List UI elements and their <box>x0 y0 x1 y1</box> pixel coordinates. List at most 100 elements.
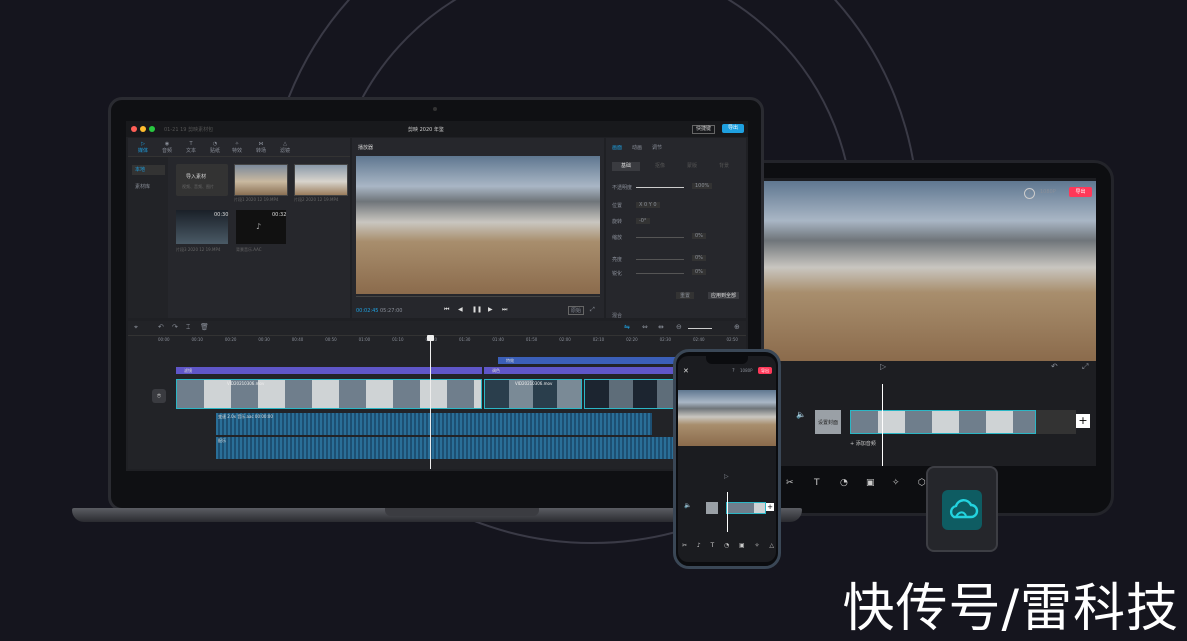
tablet-tool-effect-icon[interactable]: ✧ <box>892 478 900 488</box>
prop-opacity-value[interactable]: 100% <box>692 183 713 189</box>
scale-slider[interactable] <box>636 237 684 238</box>
tablet-tool-sticker-icon[interactable]: ◔ <box>840 478 848 488</box>
maximize-window-icon[interactable] <box>149 126 155 132</box>
step-back-icon[interactable]: ◀ <box>458 306 463 313</box>
opacity-slider[interactable] <box>636 187 684 188</box>
fullscreen-icon[interactable]: ⤢ <box>590 306 595 314</box>
tablet-tool-ratio-icon[interactable]: ⬡ <box>918 478 926 488</box>
tablet-resolution[interactable]: 1080P <box>1040 189 1056 195</box>
tablet-undo-icon[interactable]: ↶ <box>1051 362 1058 371</box>
phone-tool-effect-icon[interactable]: ✧ <box>755 542 760 552</box>
main-video-clip-1[interactable]: VID20210306.mov <box>176 379 482 409</box>
pause-icon[interactable]: ❚❚ <box>472 306 482 313</box>
effect-track[interactable]: 特效 <box>498 357 678 364</box>
tablet-video-track[interactable] <box>850 410 1036 434</box>
tablet-tool-edit-icon[interactable]: ✂ <box>786 478 794 488</box>
brightness-slider[interactable] <box>636 259 684 260</box>
cover-button[interactable]: ⌾ <box>152 389 166 403</box>
inspector-tab-animation[interactable]: 动画 <box>632 144 642 151</box>
phone-tool-edit-icon[interactable]: ✂ <box>682 542 687 552</box>
zoom-slider[interactable] <box>688 328 712 329</box>
tab-transition[interactable]: ⋈ 转场 <box>256 141 266 154</box>
tab-sticker[interactable]: ◔ 贴纸 <box>210 141 220 154</box>
skip-forward-icon[interactable]: ⏭ <box>502 306 507 314</box>
prop-rotation-value[interactable]: -0° <box>636 218 650 224</box>
media-thumb-2[interactable] <box>294 164 348 196</box>
tablet-fullscreen-icon[interactable]: ⤢ <box>1082 362 1088 372</box>
prop-sharpen-value[interactable]: 0% <box>692 269 706 275</box>
zoom-in-icon[interactable]: ⊕ <box>734 323 740 331</box>
inspector-tab-adjust[interactable]: 调节 <box>652 144 662 151</box>
sidebar-item-library[interactable]: 素材库 <box>135 183 150 190</box>
tablet-export-button[interactable]: 导出 <box>1069 187 1092 197</box>
tablet-play-icon[interactable]: ▷ <box>880 362 886 371</box>
phone-tool-text-icon[interactable]: T <box>711 542 715 552</box>
tab-media[interactable]: ▷ 媒体 <box>138 141 148 154</box>
close-window-icon[interactable] <box>131 126 137 132</box>
prop-position-value[interactable]: X 0 Y 0 <box>636 202 660 208</box>
phone-mute-icon[interactable]: 🔈 <box>684 502 691 509</box>
prop-brightness-value[interactable]: 0% <box>692 255 706 261</box>
tablet-tool-text-icon[interactable]: T <box>814 478 820 488</box>
player-progress[interactable] <box>356 296 600 297</box>
tablet-help-icon[interactable]: ? <box>1024 188 1035 199</box>
filter-track-2[interactable]: 调色 <box>484 367 680 374</box>
timeline-playhead[interactable] <box>430 337 431 469</box>
tablet-add-clip-button[interactable]: + <box>1076 414 1090 428</box>
ratio-button[interactable]: 原始 <box>568 306 585 315</box>
apply-all-button[interactable]: 应用到全部 <box>708 292 740 299</box>
magnet-icon[interactable]: ⇋ <box>624 323 630 331</box>
phone-tool-audio-icon[interactable]: ♪ <box>697 542 701 552</box>
phone-help-icon[interactable]: ? <box>732 368 735 374</box>
step-forward-icon[interactable]: ▶ <box>488 306 493 313</box>
tab-audio[interactable]: ◉ 音频 <box>162 141 172 154</box>
phone-export-button[interactable]: 导出 <box>758 367 772 374</box>
redo-icon[interactable]: ↷ <box>172 323 178 331</box>
undo-icon[interactable]: ↶ <box>158 323 164 331</box>
sidebar-item-local[interactable]: 本地 <box>132 165 165 175</box>
audio-track-2[interactable]: 配乐 <box>216 437 746 459</box>
tablet-video-track-end[interactable] <box>1036 410 1076 434</box>
sharpen-slider[interactable] <box>636 273 684 274</box>
subtab-mask[interactable]: 蒙版 <box>678 162 706 171</box>
tab-filter[interactable]: △ 滤镜 <box>280 141 290 154</box>
phone-tool-filter-icon[interactable]: △ <box>769 542 774 552</box>
tablet-add-audio[interactable]: + 添加音频 <box>850 440 876 447</box>
link-icon[interactable]: ⇔ <box>642 323 648 331</box>
phone-add-clip-button[interactable]: + <box>766 503 774 511</box>
main-video-clip-3[interactable] <box>584 379 680 409</box>
phone-resolution[interactable]: 1080P <box>740 368 753 373</box>
select-tool-icon[interactable]: ⌖ <box>134 323 138 332</box>
filter-track-1[interactable]: 滤镜 <box>176 367 482 374</box>
media-thumb-1[interactable] <box>234 164 288 196</box>
phone-video-track[interactable] <box>726 502 766 514</box>
subtab-matting[interactable]: 抠像 <box>646 162 674 171</box>
inspector-tab-picture[interactable]: 画面 <box>612 144 622 151</box>
media-toolbar: ▷ 媒体 ◉ 音频 T 文本 ◔ 贴纸 ✧ 特效 ⋈ 转场 △ 滤镜 <box>128 138 350 157</box>
skip-back-icon[interactable]: ⏮ <box>444 306 449 314</box>
export-button[interactable]: 导出 <box>722 124 744 133</box>
phone-tool-pip-icon[interactable]: ▣ <box>739 542 745 552</box>
preview-axis-icon[interactable]: ⇹ <box>658 323 664 331</box>
reset-button[interactable]: 重置 <box>676 292 695 299</box>
tab-text[interactable]: T 文本 <box>186 141 196 154</box>
import-button[interactable]: 导入素材 视频、音频、图片 <box>176 164 228 196</box>
phone-play-icon[interactable]: ▷ <box>724 473 729 480</box>
tablet-mute-icon[interactable]: 🔈 <box>796 410 806 419</box>
tab-effect[interactable]: ✧ 特效 <box>232 141 242 154</box>
phone-close-icon[interactable]: ✕ <box>683 367 689 375</box>
minimize-window-icon[interactable] <box>140 126 146 132</box>
delete-icon[interactable]: 🗑 <box>200 323 209 331</box>
subtab-background[interactable]: 背景 <box>710 162 738 171</box>
prop-scale-value[interactable]: 0% <box>692 233 706 239</box>
audio-track-1[interactable]: 变速 2.0x 音乐.aac 00:00:00 <box>216 413 652 435</box>
shortcut-button[interactable]: 快捷键 <box>692 125 716 134</box>
phone-tool-sticker-icon[interactable]: ◔ <box>724 542 729 552</box>
subtab-basic[interactable]: 基础 <box>612 162 640 171</box>
playhead-handle[interactable] <box>427 335 434 341</box>
tablet-tool-filter-icon[interactable]: ▣ <box>866 478 875 488</box>
split-icon[interactable]: ⌶ <box>186 323 190 332</box>
zoom-out-icon[interactable]: ⊖ <box>676 323 682 331</box>
phone-cover-thumb[interactable] <box>706 502 718 514</box>
main-video-clip-2[interactable]: VID20210306.mov <box>484 379 582 409</box>
